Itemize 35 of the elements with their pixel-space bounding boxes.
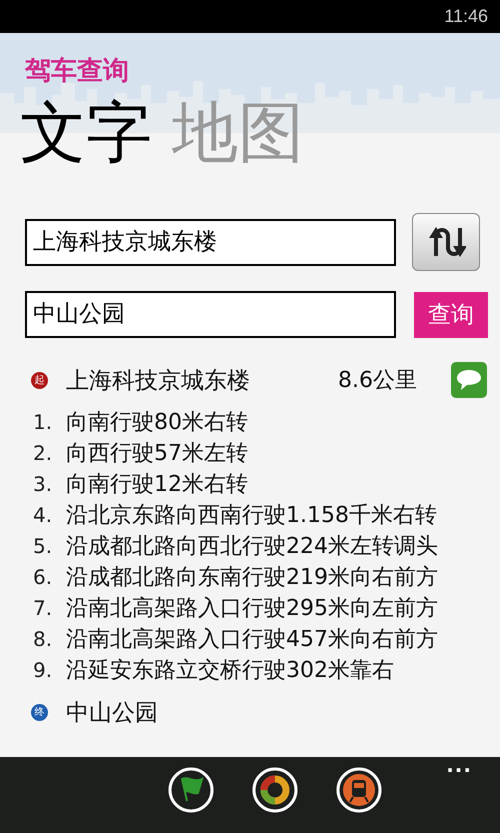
message-icon[interactable] [451, 362, 487, 398]
step-text: 沿南北高架路入口行驶457米向右前方 [66, 626, 438, 654]
step-number: 6. [33, 564, 54, 588]
query-button[interactable]: 查询 [414, 292, 488, 338]
start-name: 上海科技京城东楼 [66, 366, 250, 396]
step-text: 向南行驶80米右转 [66, 408, 248, 436]
step-text: 沿延安东路立交桥行驶302米靠右 [66, 656, 394, 684]
status-time: 11:46 [444, 6, 488, 27]
step-text: 向南行驶12米右转 [66, 470, 248, 498]
step-number: 1. [33, 410, 54, 434]
step-text: 向西行驶57米左转 [66, 440, 248, 468]
step-number: 9. [33, 658, 54, 682]
step-number: 2. [33, 440, 54, 464]
step-text: 沿北京东路向西南行驶1.158千米右转 [66, 502, 437, 530]
more-button[interactable]: ... [446, 753, 472, 777]
end-name: 中山公园 [66, 698, 158, 728]
step-number: 5. [33, 534, 54, 558]
step-number: 8. [33, 626, 54, 650]
traffic-button[interactable] [252, 767, 298, 813]
step-text: 沿南北高架路入口行驶295米向左前方 [66, 594, 438, 622]
distance: 8.6公里 [338, 367, 417, 395]
swap-button[interactable] [412, 213, 480, 271]
app-title: 驾车查询 [25, 55, 130, 88]
step-number: 7. [33, 596, 54, 620]
input-field[interactable]: 中山公园 [25, 291, 396, 338]
flag-button[interactable] [168, 767, 214, 813]
step-text: 沿成都北路向西北行驶224米左转调头 [66, 532, 438, 560]
pivot-tab[interactable]: 文字 [20, 93, 152, 173]
start-badge: 起 [31, 372, 48, 388]
step-number: 4. [33, 502, 54, 526]
end-badge: 终 [31, 704, 48, 720]
step-text: 沿成都北路向东南行驶219米向右前方 [66, 564, 438, 592]
step-number: 3. [33, 472, 54, 496]
train-button[interactable] [336, 767, 382, 813]
input-field[interactable]: 上海科技京城东楼 [25, 218, 396, 266]
